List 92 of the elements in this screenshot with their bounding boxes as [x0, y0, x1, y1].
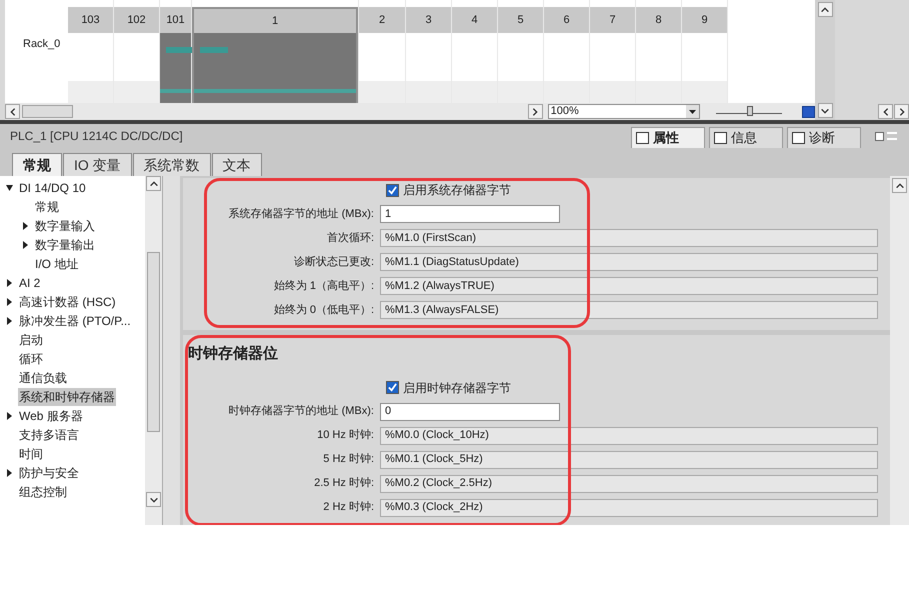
- slot-header[interactable]: 6: [544, 7, 589, 33]
- checkbox-label: 启用系统存储器字节: [403, 182, 511, 199]
- inspector-tab[interactable]: 系统常数: [132, 153, 211, 176]
- address-input[interactable]: 0: [380, 402, 560, 420]
- collapsed-triangle-icon[interactable]: [6, 278, 13, 286]
- checkbox[interactable]: [386, 381, 399, 394]
- overview-icon[interactable]: [802, 106, 815, 118]
- tree-item[interactable]: Web 服务器: [18, 406, 84, 424]
- slot-header[interactable]: 1: [192, 7, 358, 33]
- slider-thumb[interactable]: [746, 106, 753, 116]
- collapsed-triangle-icon[interactable]: [6, 468, 13, 476]
- inspector-title: PLC_1 [CPU 1214C DC/DC/DC]: [10, 128, 183, 145]
- zoom-slider[interactable]: [716, 106, 782, 118]
- readonly-field: %M1.3 (AlwaysFALSE): [380, 301, 878, 319]
- view-tab[interactable]: 诊断: [787, 127, 861, 148]
- scroll-left-button[interactable]: [5, 104, 20, 119]
- readonly-field: %M1.0 (FirstScan): [380, 229, 878, 247]
- readonly-field: %M0.2 (Clock_2.5Hz): [380, 474, 878, 492]
- field-label: 2 Hz 时钟:: [322, 500, 375, 516]
- scroll-up-button[interactable]: [818, 2, 832, 17]
- expanded-triangle-icon[interactable]: [6, 184, 13, 192]
- scroll-down-button[interactable]: [146, 492, 161, 507]
- scroll-right-button[interactable]: [528, 104, 543, 119]
- slot-header[interactable]: 101: [160, 7, 191, 33]
- inspector-tab[interactable]: IO 变量: [63, 153, 132, 176]
- section-title: 时钟存储器位: [187, 344, 279, 364]
- chevron-icon: [8, 106, 18, 116]
- tree-item[interactable]: 常规: [34, 198, 60, 216]
- tree-item[interactable]: 系统和时钟存储器: [18, 388, 116, 406]
- scroll-down-button[interactable]: [818, 103, 832, 118]
- window-icon[interactable]: [875, 132, 884, 140]
- field-label: 首次循环:: [326, 230, 375, 246]
- collapsed-triangle-icon[interactable]: [6, 412, 13, 420]
- rack-name: Rack_0: [22, 37, 62, 52]
- slot-header[interactable]: 7: [590, 7, 635, 33]
- collapsed-triangle-icon[interactable]: [6, 298, 13, 306]
- inspector-tab[interactable]: 文本: [212, 153, 262, 176]
- view-tab[interactable]: 信息: [709, 127, 783, 148]
- field-label: 时钟存储器字节的地址 (MBx):: [228, 404, 375, 420]
- scroll-up-button[interactable]: [146, 176, 161, 191]
- chevron-icon: [148, 178, 158, 188]
- chevron-icon: [820, 4, 830, 14]
- readonly-field: %M0.3 (Clock_2Hz): [380, 498, 878, 516]
- tree-item[interactable]: 循环: [18, 350, 44, 368]
- slot-header[interactable]: 102: [114, 7, 159, 33]
- readonly-field: %M1.1 (DiagStatusUpdate): [380, 253, 878, 271]
- slot-header[interactable]: 4: [452, 7, 497, 33]
- slot-header[interactable]: 3: [406, 7, 451, 33]
- view-tab[interactable]: 属性: [631, 127, 705, 148]
- readonly-field: %M1.2 (AlwaysTRUE): [380, 277, 878, 295]
- scroll-left-button[interactable]: [878, 104, 893, 119]
- zoom-dropdown[interactable]: 100%: [548, 104, 700, 119]
- field-label: 5 Hz 时钟:: [322, 452, 375, 468]
- tree-item[interactable]: 数字量输出: [34, 236, 96, 254]
- tree-item[interactable]: 支持多语言: [18, 426, 80, 444]
- scroll-right-button[interactable]: [894, 104, 909, 119]
- tree-item[interactable]: 时间: [18, 444, 44, 462]
- field-label: 诊断状态已更改:: [292, 254, 375, 270]
- tree-item[interactable]: DI 14/DQ 10: [18, 178, 87, 196]
- slot-header[interactable]: 9: [682, 7, 727, 33]
- slot-header[interactable]: 103: [68, 7, 113, 33]
- field-label: 始终为 1（高电平）:: [272, 278, 375, 294]
- checkbox-label: 启用时钟存储器字节: [403, 380, 511, 396]
- field-label: 始终为 0（低电平）:: [272, 302, 375, 318]
- collapsed-triangle-icon[interactable]: [6, 316, 13, 324]
- tree-item[interactable]: 组态控制: [18, 482, 68, 500]
- chevron-icon: [894, 180, 904, 190]
- tree-item[interactable]: 通信负载: [18, 368, 68, 386]
- field-label: 10 Hz 时钟:: [316, 428, 375, 444]
- collapsed-triangle-icon[interactable]: [22, 240, 29, 248]
- collapsed-triangle-icon[interactable]: [22, 222, 29, 230]
- readonly-field: %M0.0 (Clock_10Hz): [380, 426, 878, 444]
- slot-header[interactable]: 8: [636, 7, 681, 33]
- tree-item[interactable]: 脉冲发生器 (PTO/P...: [18, 312, 132, 330]
- address-input[interactable]: 1: [380, 205, 560, 223]
- slot-header[interactable]: 2: [359, 7, 405, 33]
- slot-header[interactable]: 5: [498, 7, 543, 33]
- checkbox[interactable]: [386, 184, 399, 196]
- tree-item[interactable]: 启动: [18, 330, 44, 348]
- tree-item[interactable]: AI 2: [18, 274, 42, 292]
- field-label: 2.5 Hz 时钟:: [313, 476, 375, 492]
- scroll-up-button[interactable]: [892, 178, 907, 193]
- scrollbar-thumb[interactable]: [147, 252, 160, 432]
- tree-item[interactable]: 数字量输入: [34, 216, 96, 234]
- tree-item[interactable]: 防护与安全: [18, 464, 80, 482]
- readonly-field: %M0.1 (Clock_5Hz): [380, 450, 878, 468]
- tree-item[interactable]: 高速计数器 (HSC): [18, 292, 117, 310]
- scrollbar-thumb[interactable]: [22, 105, 73, 118]
- tree-item[interactable]: I/O 地址: [34, 254, 80, 272]
- inspector-tab[interactable]: 常规: [12, 153, 62, 176]
- chevron-icon: [530, 106, 540, 116]
- field-label: 系统存储器字节的地址 (MBx):: [228, 206, 375, 222]
